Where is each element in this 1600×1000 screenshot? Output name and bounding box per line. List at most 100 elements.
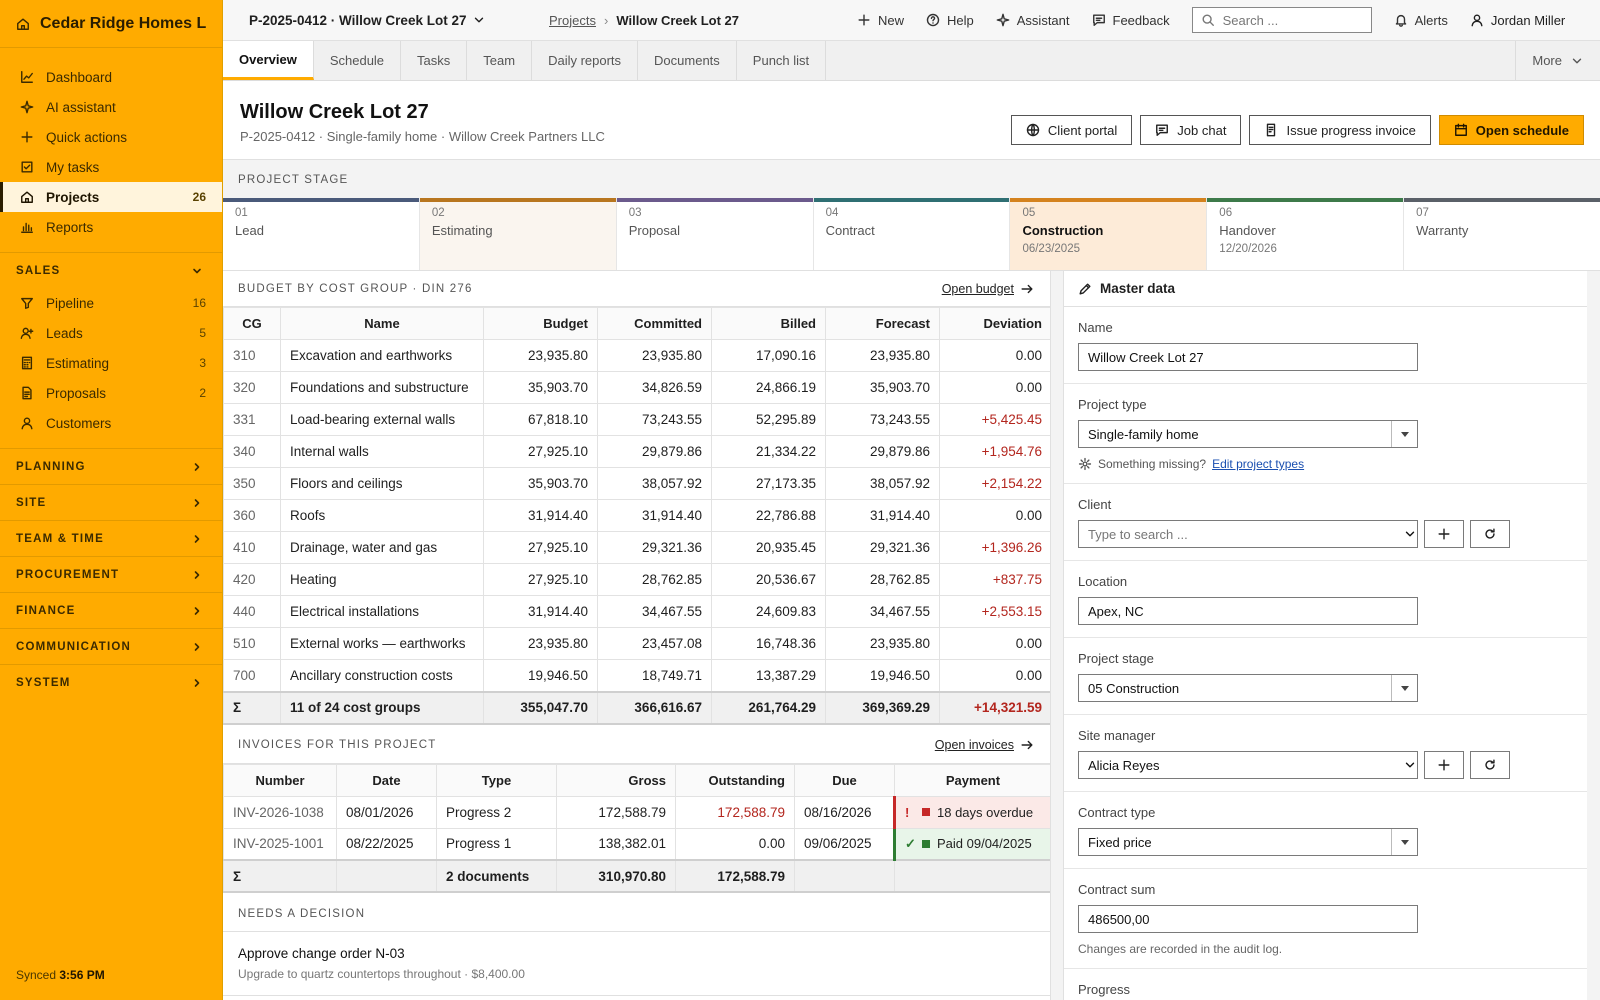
- tab-tasks[interactable]: Tasks: [401, 41, 468, 80]
- field-label: Location: [1078, 574, 1128, 589]
- refresh-client-button[interactable]: [1470, 520, 1510, 548]
- invoice-number[interactable]: INV-2025-1001: [223, 827, 337, 861]
- stage-estimating[interactable]: 02 Estimating: [419, 198, 617, 270]
- table-row[interactable]: 420 Heating 27,925.10 28,762.85 20,536.67 28,…: [223, 563, 1050, 596]
- stage-construction[interactable]: 05 Construction 06/23/2025: [1010, 198, 1208, 270]
- brand[interactable]: Cedar Ridge Homes L...: [0, 0, 222, 48]
- location-input[interactable]: Apex, NC: [1078, 597, 1418, 625]
- project-type-select[interactable]: Single-family home: [1078, 420, 1418, 448]
- stage-handover[interactable]: 06 Handover 12/20/2026: [1207, 198, 1405, 270]
- tab-documents[interactable]: Documents: [638, 41, 737, 80]
- tab-overview[interactable]: Overview: [223, 41, 314, 80]
- stage-contract[interactable]: 04 Contract: [813, 198, 1011, 270]
- table-row[interactable]: 700 Ancillary construction costs 19,946.50…: [223, 659, 1050, 692]
- column-header[interactable]: Payment: [894, 763, 1050, 797]
- contract-sum-input[interactable]: 486500,00: [1078, 905, 1418, 933]
- new-button[interactable]: New: [857, 13, 904, 28]
- column-header[interactable]: Number: [223, 763, 337, 797]
- column-header[interactable]: Budget: [483, 307, 598, 340]
- sidebar-item-reports[interactable]: Reports: [0, 212, 222, 242]
- stage-proposal[interactable]: 03 Proposal: [616, 198, 814, 270]
- sidebar-section-sales[interactable]: SALES: [0, 252, 222, 288]
- help-button[interactable]: Help: [926, 13, 974, 28]
- column-header[interactable]: Committed: [597, 307, 712, 340]
- breadcrumb-projects[interactable]: Projects: [549, 13, 596, 28]
- checkbox-icon: [20, 160, 34, 174]
- column-header[interactable]: Gross: [556, 763, 676, 797]
- tab-punch-list[interactable]: Punch list: [737, 41, 827, 80]
- project-stage-select[interactable]: 05 Construction: [1078, 674, 1418, 702]
- table-row[interactable]: INV-2025-1001 08/22/2025 Progress 1 138,382…: [223, 827, 1050, 861]
- column-header[interactable]: Name: [280, 307, 484, 340]
- sidebar-item-leads[interactable]: Leads 5: [0, 318, 222, 348]
- open-schedule-button[interactable]: Open schedule: [1438, 115, 1584, 145]
- client-search-input[interactable]: Type to search ...: [1078, 520, 1418, 548]
- site-manager-value: Alicia Reyes: [1088, 757, 1160, 773]
- table-row[interactable]: 440 Electrical installations 31,914.40 34,4…: [223, 595, 1050, 628]
- column-header[interactable]: CG: [223, 307, 281, 340]
- feedback-button[interactable]: Feedback: [1092, 13, 1170, 28]
- table-row[interactable]: 410 Drainage, water and gas 27,925.10 29,32…: [223, 531, 1050, 564]
- sidebar-item-quick-actions[interactable]: Quick actions: [0, 122, 222, 152]
- open-invoices-link[interactable]: Open invoices: [935, 738, 1034, 752]
- sidebar-item-customers[interactable]: Customers: [0, 408, 222, 438]
- contract-type-select[interactable]: Fixed price: [1078, 828, 1418, 856]
- sidebar-section-site[interactable]: SITE: [0, 484, 222, 520]
- invoice-number[interactable]: INV-2026-1038: [223, 795, 337, 829]
- add-client-button[interactable]: [1424, 520, 1464, 548]
- table-row[interactable]: 310 Excavation and earthworks 23,935.80 23,…: [223, 339, 1050, 372]
- sidebar-item-ai-assistant[interactable]: AI assistant: [0, 92, 222, 122]
- decision-item[interactable]: Approve change order N-03 Upgrade to qua…: [223, 932, 1050, 996]
- sidebar-section-finance[interactable]: FINANCE: [0, 592, 222, 628]
- name-input[interactable]: Willow Creek Lot 27: [1078, 343, 1418, 371]
- column-header[interactable]: Type: [436, 763, 557, 797]
- table-row[interactable]: 510 External works — earthworks 23,935.80 2…: [223, 627, 1050, 660]
- table-cell: 16,748.36: [711, 627, 826, 660]
- sidebar-section-team-time[interactable]: TEAM & TIME: [0, 520, 222, 556]
- sidebar-item-projects[interactable]: Projects 26: [0, 182, 222, 212]
- sidebar-section-planning[interactable]: PLANNING: [0, 448, 222, 484]
- table-row[interactable]: 331 Load-bearing external walls 67,818.10 7…: [223, 403, 1050, 436]
- client-portal-button[interactable]: Client portal: [1010, 115, 1133, 145]
- edit-project-types-link[interactable]: Edit project types: [1212, 457, 1304, 471]
- sidebar-item-estimating[interactable]: Estimating 3: [0, 348, 222, 378]
- assistant-button[interactable]: Assistant: [996, 13, 1070, 28]
- sidebar-item-proposals[interactable]: Proposals 2: [0, 378, 222, 408]
- tab-more[interactable]: More: [1515, 41, 1600, 80]
- column-header[interactable]: Due: [794, 763, 895, 797]
- sidebar-section-communication[interactable]: COMMUNICATION: [0, 628, 222, 664]
- budget-title: BUDGET BY COST GROUP · DIN 276: [238, 282, 473, 295]
- column-header[interactable]: Date: [336, 763, 437, 797]
- table-row[interactable]: 340 Internal walls 27,925.10 29,879.86 21,33…: [223, 435, 1050, 468]
- job-chat-button[interactable]: Job chat: [1140, 115, 1242, 145]
- open-budget-link[interactable]: Open budget: [942, 282, 1034, 296]
- payment-text: 18 days overdue: [937, 804, 1034, 820]
- column-header[interactable]: Deviation: [939, 307, 1050, 340]
- sidebar-section-procurement[interactable]: PROCUREMENT: [0, 556, 222, 592]
- column-header[interactable]: Forecast: [825, 307, 940, 340]
- alerts-button[interactable]: Alerts: [1394, 13, 1448, 28]
- tab-team[interactable]: Team: [467, 41, 533, 80]
- stage-warranty[interactable]: 07 Warranty: [1404, 198, 1600, 270]
- table-row[interactable]: 360 Roofs 31,914.40 31,914.40 22,786.88 31,91…: [223, 499, 1050, 532]
- site-manager-input[interactable]: Alicia Reyes: [1078, 751, 1418, 779]
- table-cell: Roofs: [280, 499, 484, 532]
- search-input[interactable]: Search ...: [1191, 7, 1372, 33]
- refresh-site-manager-button[interactable]: [1470, 751, 1510, 779]
- user-menu[interactable]: Jordan Miller: [1470, 13, 1565, 28]
- table-row[interactable]: 320 Foundations and substructure 35,903.70…: [223, 371, 1050, 404]
- stage-lead[interactable]: 01 Lead: [223, 198, 420, 270]
- project-selector[interactable]: P-2025-0412 · Willow Creek Lot 27: [249, 13, 549, 28]
- column-header[interactable]: Outstanding: [675, 763, 795, 797]
- sidebar-section-system[interactable]: SYSTEM: [0, 664, 222, 700]
- sidebar-item-pipeline[interactable]: Pipeline 16: [0, 288, 222, 318]
- tab-schedule[interactable]: Schedule: [314, 41, 402, 80]
- table-row[interactable]: INV-2026-1038 08/01/2026 Progress 2 172,588…: [223, 795, 1050, 829]
- tab-daily-reports[interactable]: Daily reports: [532, 41, 639, 80]
- sidebar-item-my-tasks[interactable]: My tasks: [0, 152, 222, 182]
- sidebar-item-dashboard[interactable]: Dashboard: [0, 62, 222, 92]
- column-header[interactable]: Billed: [711, 307, 826, 340]
- table-row[interactable]: 350 Floors and ceilings 35,903.70 38,057.92…: [223, 467, 1050, 500]
- add-site-manager-button[interactable]: [1424, 751, 1464, 779]
- issue-invoice-button[interactable]: Issue progress invoice: [1249, 115, 1431, 145]
